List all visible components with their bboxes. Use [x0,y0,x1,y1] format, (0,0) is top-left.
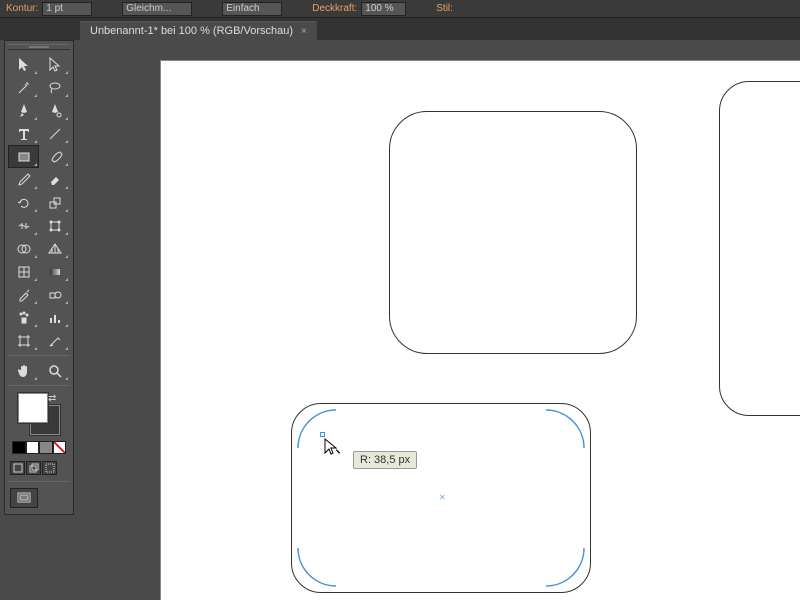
center-point-icon: ✕ [439,493,445,499]
artboard-tool[interactable] [8,329,39,352]
rotate-tool[interactable] [8,191,39,214]
draw-normal[interactable] [10,461,25,475]
rounded-rect-shape-3[interactable] [719,81,800,416]
curvature-tool[interactable] [39,99,70,122]
gradient-tool[interactable] [39,260,70,283]
line-tool[interactable] [39,122,70,145]
document-tab[interactable]: Unbenannt-1* bei 100 % (RGB/Vorschau) × [80,21,317,40]
draw-mode-buttons [8,458,70,478]
type-tool[interactable] [8,122,39,145]
rounded-rect-shape-1[interactable] [389,111,637,354]
width-tool[interactable] [8,214,39,237]
color-swatches: ⇄ [8,389,70,458]
color-mode-gradient[interactable] [39,441,53,454]
workspace: ✕ R: 38,5 px [80,40,800,600]
hand-tool[interactable] [8,359,39,382]
opacity-label: Deckkraft: [312,3,357,14]
swap-colors-icon[interactable]: ⇄ [48,393,60,405]
direct-select-tool[interactable] [39,53,70,76]
screen-mode-button[interactable] [10,488,38,508]
perspective-grid-tool[interactable] [39,237,70,260]
style-label: Stil: [436,3,453,14]
magic-wand-tool[interactable] [8,76,39,99]
uniform-field[interactable]: Gleichm... [122,2,192,16]
close-tab-icon[interactable]: × [301,26,307,37]
free-transform-tool[interactable] [39,214,70,237]
color-mode-white[interactable] [26,441,40,454]
panel-grip[interactable] [8,44,70,50]
eraser-tool[interactable] [39,168,70,191]
pencil-tool[interactable] [8,168,39,191]
zoom-tool[interactable] [39,359,70,382]
control-bar: Kontur: 1 pt Gleichm... Einfach Deckkraft… [0,0,800,18]
radius-tooltip: R: 38,5 px [353,451,417,469]
tools-panel: ⇄ [4,40,74,515]
blend-tool[interactable] [39,283,70,306]
rectangle-tool[interactable] [8,145,39,168]
fill-swatch[interactable] [18,393,48,423]
lasso-tool[interactable] [39,76,70,99]
stroke-weight-field[interactable]: 1 pt [42,2,92,16]
tab-title: Unbenannt-1* bei 100 % (RGB/Vorschau) [90,25,293,37]
artboard[interactable]: ✕ R: 38,5 px [160,60,800,600]
slice-tool[interactable] [39,329,70,352]
symbol-sprayer-tool[interactable] [8,306,39,329]
corner-widget-bl[interactable] [296,538,346,588]
live-corner-handle[interactable] [320,432,325,437]
color-mode-solid[interactable] [12,441,26,454]
profile-field[interactable]: Einfach [222,2,282,16]
corner-widget-tr[interactable] [536,408,586,458]
draw-inside[interactable] [42,461,57,475]
pen-tool[interactable] [8,99,39,122]
draw-behind[interactable] [26,461,41,475]
eyedropper-tool[interactable] [8,283,39,306]
corner-widget-br[interactable] [536,538,586,588]
document-tabs: Unbenannt-1* bei 100 % (RGB/Vorschau) × [0,18,800,40]
scale-tool[interactable] [39,191,70,214]
color-mode-none[interactable] [53,441,67,454]
paintbrush-tool[interactable] [39,145,70,168]
column-graph-tool[interactable] [39,306,70,329]
shape-builder-tool[interactable] [8,237,39,260]
contour-label: Kontur: [6,3,38,14]
selection-tool[interactable] [8,53,39,76]
opacity-field[interactable]: 100 % [361,2,406,16]
mesh-tool[interactable] [8,260,39,283]
